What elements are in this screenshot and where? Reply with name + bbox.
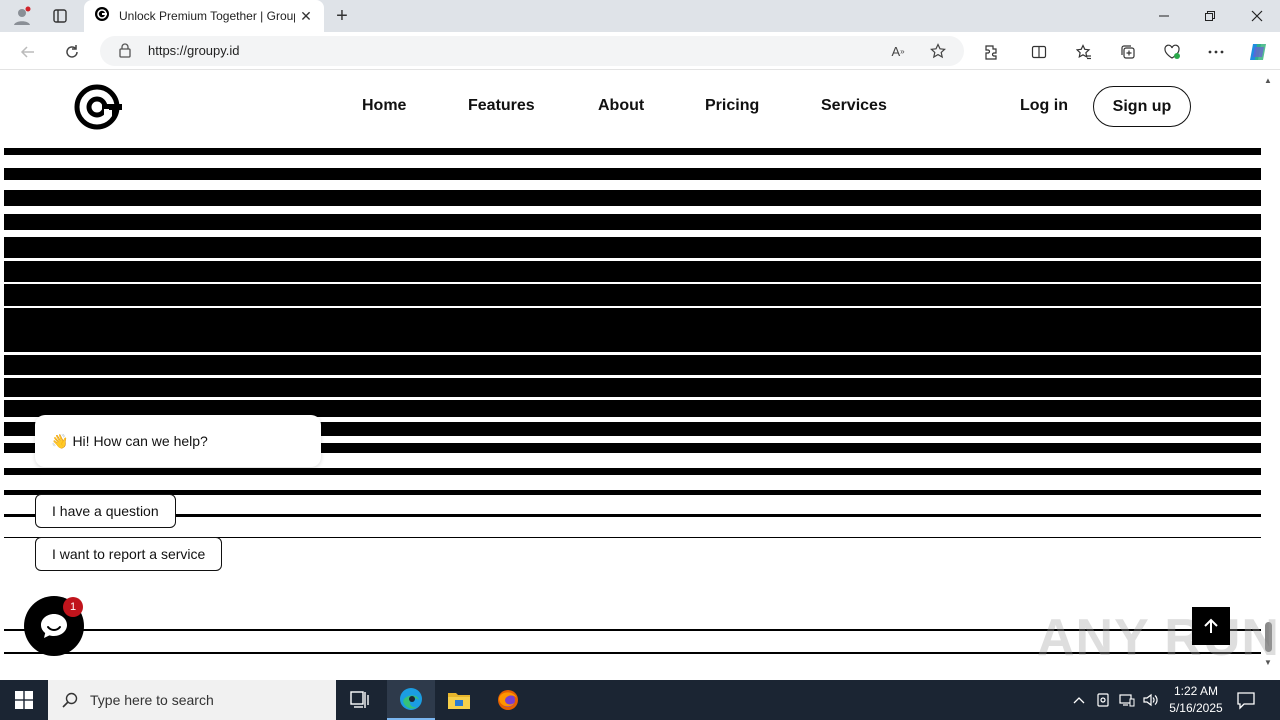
file-explorer-icon[interactable] <box>435 680 483 720</box>
nav-features[interactable]: Features <box>468 97 535 115</box>
tab-close-icon[interactable]: ✕ <box>298 8 314 25</box>
copilot-icon[interactable] <box>1245 39 1271 65</box>
tab-title: Unlock Premium Together | Groupy <box>119 9 295 23</box>
search-placeholder: Type here to search <box>90 692 214 708</box>
favorite-star-icon[interactable] <box>927 41 949 61</box>
content-stripe <box>4 237 1261 258</box>
content-stripe <box>4 308 1261 352</box>
browser-tab-active[interactable]: Unlock Premium Together | Groupy ✕ <box>84 0 324 32</box>
back-icon[interactable] <box>15 39 41 65</box>
signup-button[interactable]: Sign up <box>1093 86 1191 127</box>
groupy-logo-icon[interactable] <box>74 83 124 136</box>
restore-icon[interactable] <box>1187 0 1233 32</box>
back-to-top-button[interactable] <box>1192 607 1230 645</box>
close-window-icon[interactable] <box>1234 0 1280 32</box>
chat-greeting-bubble: 👋 Hi! How can we help? <box>35 415 321 467</box>
chat-unread-badge: 1 <box>63 597 83 617</box>
windows-taskbar: Type here to search 1:22 AM 5/16/2025 <box>0 680 1280 720</box>
nav-home[interactable]: Home <box>362 97 406 115</box>
content-stripe <box>4 355 1261 375</box>
content-stripe <box>4 490 1261 495</box>
login-link[interactable]: Log in <box>1020 97 1068 115</box>
clock-time: 1:22 AM <box>1173 684 1219 698</box>
content-stripe <box>4 214 1261 230</box>
minimize-icon[interactable] <box>1141 0 1187 32</box>
content-stripe <box>4 514 1261 517</box>
nav-about[interactable]: About <box>598 97 644 115</box>
taskbar-clock[interactable]: 1:22 AM 5/16/2025 <box>1160 683 1232 717</box>
chat-option-question[interactable]: I have a question <box>35 494 176 528</box>
search-icon <box>62 692 78 708</box>
edge-taskbar-icon[interactable] <box>387 680 435 720</box>
page-scrollbar[interactable] <box>1262 70 1276 680</box>
content-stripe <box>4 378 1261 397</box>
site-header: Home Features About Pricing Services Log… <box>4 70 1261 144</box>
content-stripe <box>4 261 1261 282</box>
address-bar[interactable]: https://groupy.id A» <box>100 36 964 66</box>
favorites-icon[interactable] <box>1071 39 1097 65</box>
read-aloud-icon[interactable]: A» <box>887 41 909 61</box>
tray-overflow-chevron-icon[interactable] <box>1070 691 1088 709</box>
nav-pricing[interactable]: Pricing <box>705 97 759 115</box>
url-text[interactable]: https://groupy.id <box>148 43 240 58</box>
page-viewport: Home Features About Pricing Services Log… <box>0 70 1280 680</box>
tab-actions-icon[interactable] <box>40 0 80 32</box>
browser-toolbar: https://groupy.id A» <box>0 32 1280 70</box>
new-tab-button[interactable]: + <box>330 4 354 28</box>
device-icon[interactable] <box>1094 691 1112 709</box>
nav-services[interactable]: Services <box>821 97 887 115</box>
content-stripe <box>4 284 1261 306</box>
wave-emoji-icon: 👋 <box>51 432 69 449</box>
browser-tab-bar: Unlock Premium Together | Groupy ✕ + <box>0 0 1280 32</box>
lock-icon[interactable] <box>118 42 132 63</box>
profile-icon[interactable] <box>2 0 42 32</box>
content-stripe <box>4 190 1261 206</box>
refresh-icon[interactable] <box>59 39 85 65</box>
chat-bubble-icon <box>41 614 67 638</box>
clock-date: 5/16/2025 <box>1169 701 1223 715</box>
task-view-icon[interactable] <box>336 680 384 720</box>
scroll-up-arrow-icon[interactable]: ▲ <box>1264 76 1272 85</box>
content-stripe <box>4 168 1261 180</box>
taskbar-search-box[interactable]: Type here to search <box>48 680 336 720</box>
network-icon[interactable] <box>1118 691 1136 709</box>
volume-icon[interactable] <box>1142 691 1160 709</box>
split-screen-icon[interactable] <box>1026 39 1052 65</box>
more-menu-icon[interactable] <box>1203 39 1229 65</box>
notification-center-icon[interactable] <box>1236 690 1258 710</box>
chat-option-report[interactable]: I want to report a service <box>35 537 223 571</box>
collections-icon[interactable] <box>1115 39 1141 65</box>
glitched-content-area <box>4 144 1261 680</box>
content-stripe <box>4 468 1261 475</box>
content-stripe <box>4 148 1261 155</box>
arrow-up-icon <box>1204 618 1218 633</box>
chat-greeting-text: Hi! How can we help? <box>72 433 208 449</box>
windows-start-icon[interactable] <box>0 680 48 720</box>
anyrun-watermark: ANY RUN <box>1037 609 1280 667</box>
groupy-favicon-icon <box>94 6 110 27</box>
firefox-icon[interactable] <box>484 680 532 720</box>
extensions-icon[interactable] <box>978 39 1004 65</box>
browser-essentials-icon[interactable] <box>1159 39 1185 65</box>
